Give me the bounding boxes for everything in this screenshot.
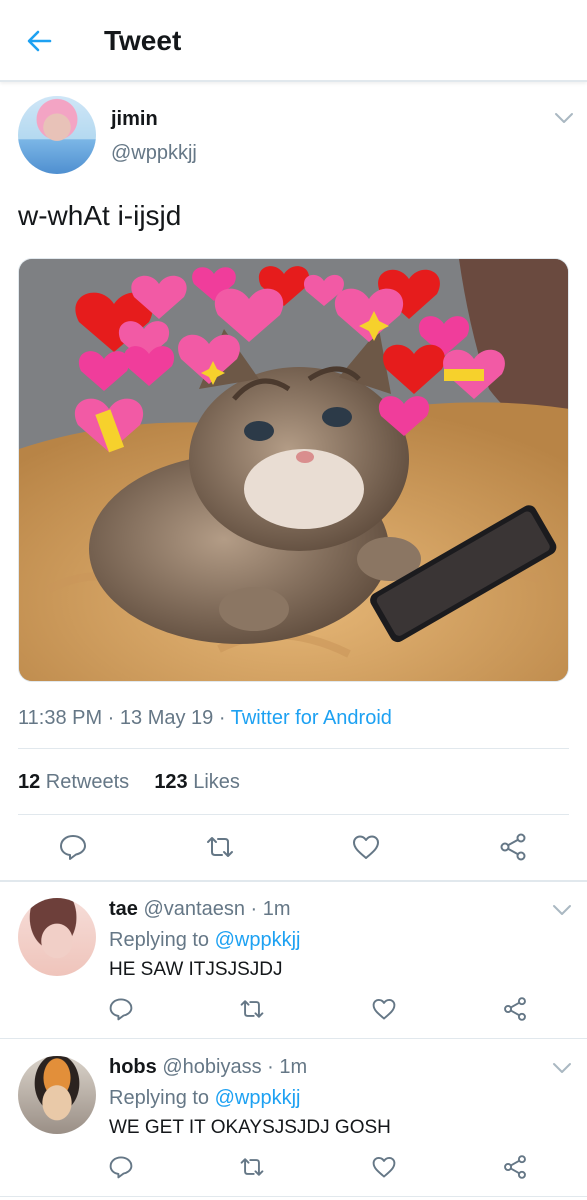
tweet-source-link[interactable]: Twitter for Android [231, 707, 392, 729]
back-button[interactable] [22, 24, 56, 58]
divider [18, 748, 569, 749]
reply-icon [60, 835, 86, 860]
replying-to-mention[interactable]: @wppkkjj [215, 1087, 301, 1109]
reply-header: tae @vantaesn · 1m [109, 896, 291, 922]
reply-author-handle[interactable]: @hobiyass [162, 1056, 261, 1078]
reply-text: HE SAW ITJSJSJDJ [109, 959, 283, 980]
author-avatar[interactable] [18, 96, 96, 174]
reply-header: hobs @hobiyass · 1m [109, 1054, 307, 1080]
divider [0, 1196, 587, 1197]
reply-menu-button[interactable] [550, 898, 574, 922]
reply-button[interactable] [56, 830, 90, 864]
tweet-menu-button[interactable] [552, 106, 576, 130]
reply-author-name[interactable]: hobs [109, 1056, 157, 1078]
likes-count: 123 [154, 771, 188, 793]
tweet-image[interactable] [18, 258, 569, 682]
tweet-time: 11:38 PM [18, 707, 103, 729]
reply-author-name[interactable]: tae [109, 898, 138, 920]
chevron-down-icon [553, 905, 571, 915]
replying-to-label: Replying to [109, 1087, 215, 1109]
reply-icon [109, 1156, 133, 1179]
like-icon [353, 835, 380, 859]
replying-to: Replying to @wppkkjj [109, 927, 301, 953]
retweet-icon [206, 837, 233, 857]
reply-button[interactable] [104, 1150, 138, 1184]
likes-label: Likes [187, 771, 240, 793]
tweet-text: w-whAt i-ijsjd [18, 200, 182, 231]
like-icon [372, 998, 396, 1020]
meta-separator: · [213, 707, 231, 729]
author-name[interactable]: jimin [111, 106, 158, 132]
chevron-down-icon [553, 1063, 571, 1073]
tweet-actions [56, 830, 530, 864]
share-button[interactable] [498, 992, 532, 1026]
top-bar: Tweet [0, 0, 587, 82]
meta-separator: · [102, 707, 120, 729]
reply-icon [109, 998, 133, 1021]
share-button[interactable] [498, 1150, 532, 1184]
like-button[interactable] [367, 992, 401, 1026]
reply-avatar[interactable] [18, 1056, 96, 1134]
tweet-stats: 12 Retweets 123 Likes [18, 769, 240, 795]
like-button[interactable] [367, 1150, 401, 1184]
tweet-date: 13 May 19 [119, 707, 214, 729]
like-icon [372, 1156, 396, 1178]
share-icon [504, 997, 526, 1021]
retweet-button[interactable] [235, 992, 269, 1026]
divider [0, 1038, 587, 1039]
share-icon [504, 1155, 526, 1179]
retweet-icon [240, 1000, 264, 1018]
replying-to-label: Replying to [109, 929, 215, 951]
likes-stat[interactable]: 123 Likes [154, 771, 240, 793]
replying-to-mention[interactable]: @wppkkjj [215, 929, 301, 951]
retweets-label: Retweets [40, 771, 130, 793]
retweets-count: 12 [18, 771, 41, 793]
replying-to: Replying to @wppkkjj [109, 1085, 301, 1111]
chevron-down-icon [555, 113, 573, 123]
back-arrow-icon [27, 30, 52, 52]
divider [18, 814, 569, 815]
reply-button[interactable] [104, 992, 138, 1026]
page-title: Tweet [104, 25, 182, 56]
reply-avatar[interactable] [18, 898, 96, 976]
share-icon [500, 833, 526, 861]
reply-time: · 1m [244, 898, 291, 920]
reply-time: · 1m [261, 1056, 308, 1078]
reply-actions [104, 992, 532, 1026]
retweet-button[interactable] [203, 830, 237, 864]
retweet-button[interactable] [235, 1150, 269, 1184]
share-button[interactable] [496, 830, 530, 864]
reply-menu-button[interactable] [550, 1056, 574, 1080]
tweet-meta: 11:38 PM · 13 May 19 · Twitter for Andro… [18, 705, 392, 731]
retweet-icon [240, 1158, 264, 1176]
retweets-stat[interactable]: 12 Retweets [18, 771, 129, 793]
author-handle[interactable]: @wppkkjj [111, 140, 197, 166]
reply-actions [104, 1150, 532, 1184]
divider [0, 880, 587, 882]
reply-author-handle[interactable]: @vantaesn [143, 898, 244, 920]
cat-with-hearts-image [19, 259, 568, 681]
like-button[interactable] [349, 830, 383, 864]
reply-text: WE GET IT OKAYSJSJDJ GOSH [109, 1117, 391, 1138]
